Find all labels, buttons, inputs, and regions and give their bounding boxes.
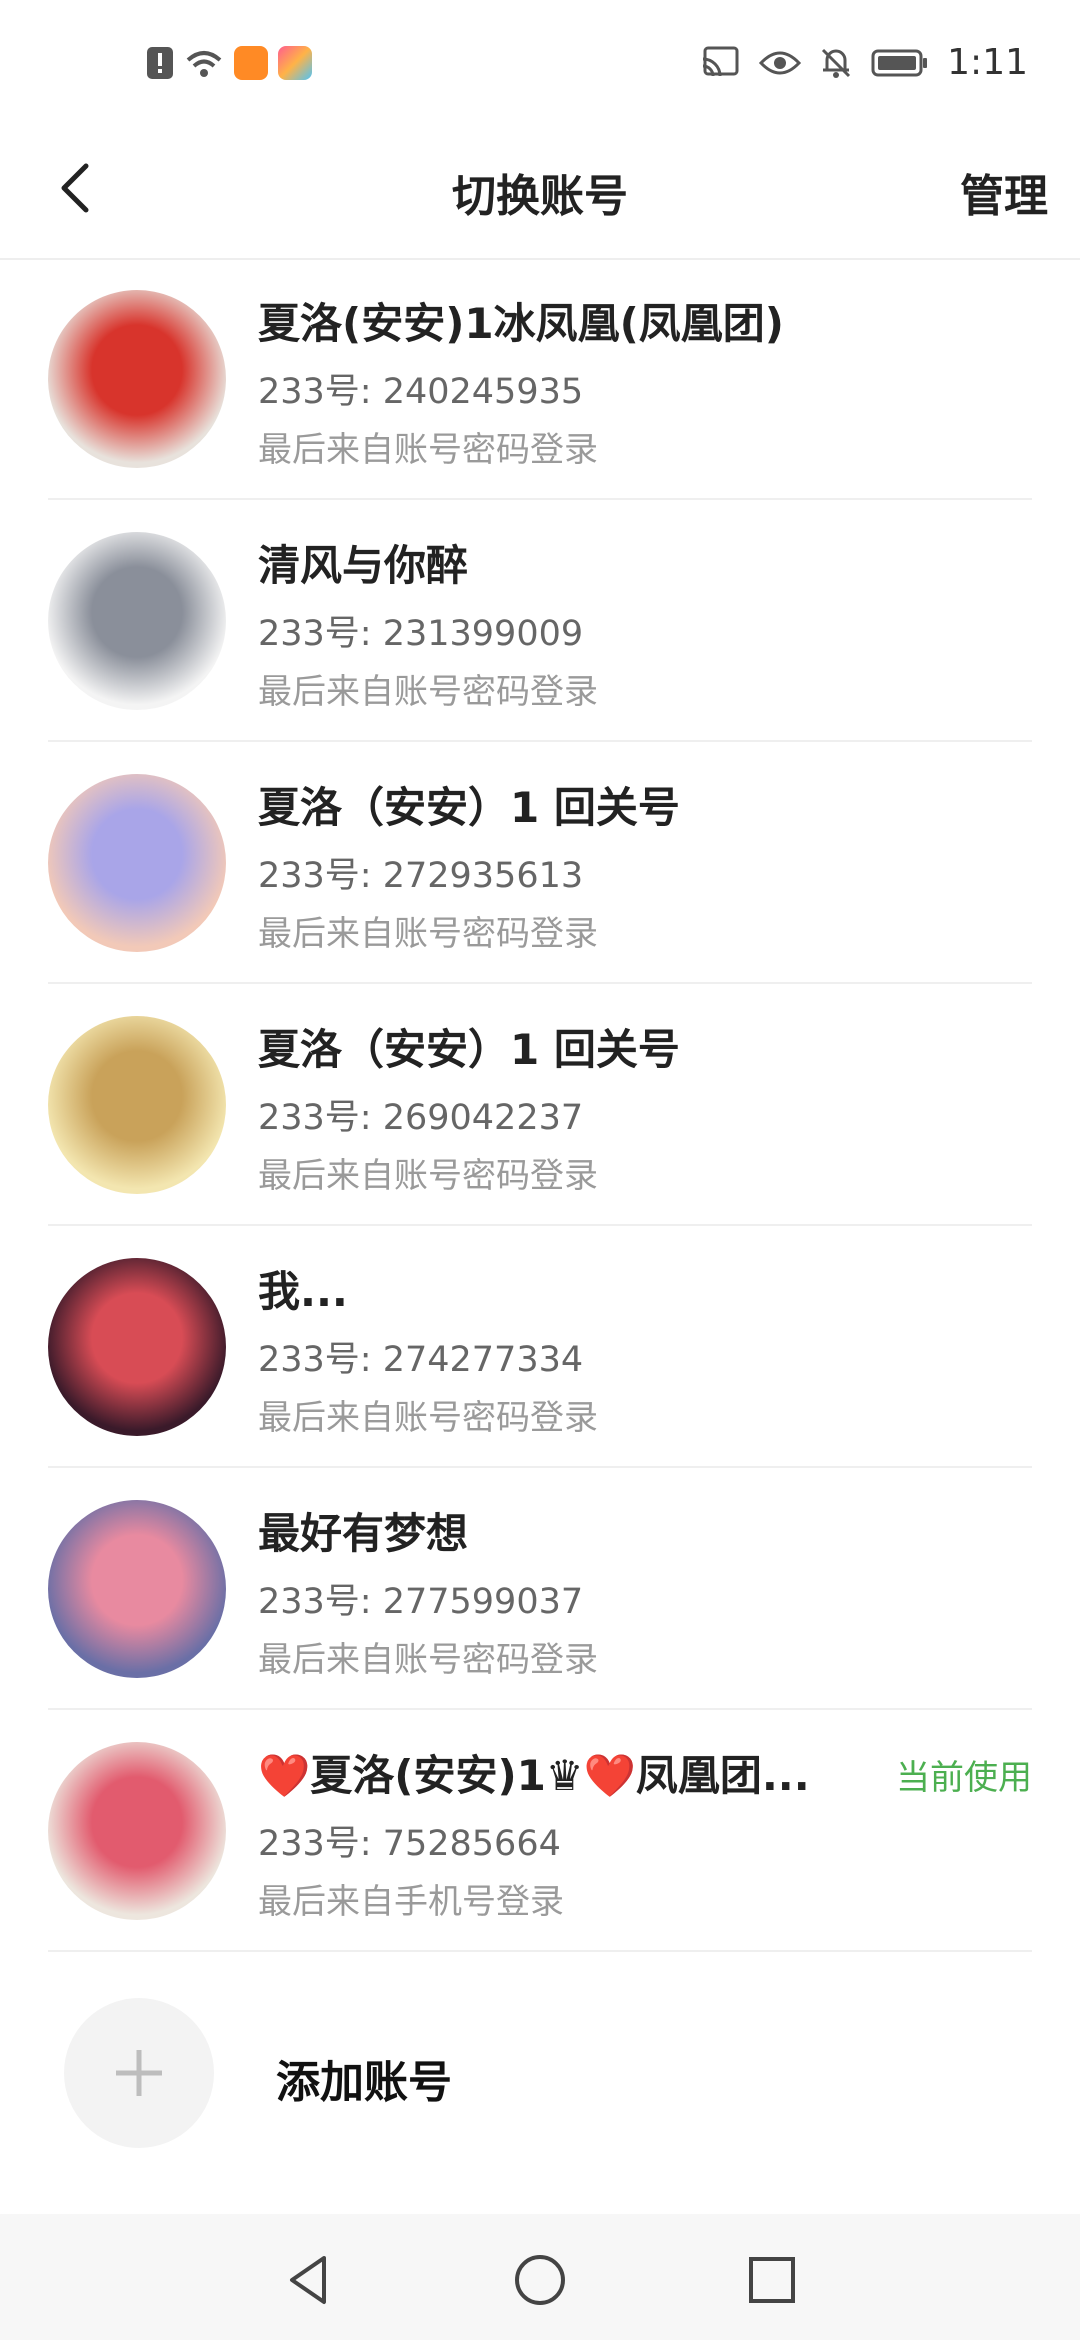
avatar <box>48 1016 226 1194</box>
account-row[interactable]: 清风与你醉 233号: 231399009 最后来自账号密码登录 <box>48 500 1032 742</box>
login-source: 最后来自账号密码登录 <box>258 1640 598 1680</box>
account-id: 233号: 274277334 <box>258 1340 584 1380</box>
account-name: ❤️夏洛(安安)1♛❤️凤凰团... <box>258 1751 810 1800</box>
cast-icon <box>702 46 739 76</box>
recents-square-icon[interactable] <box>742 2250 802 2310</box>
login-source: 最后来自手机号登录 <box>258 1882 564 1922</box>
account-row[interactable]: 夏洛（安安）1 回关号 233号: 272935613 最后来自账号密码登录 <box>48 742 1032 984</box>
account-name: 我... <box>258 1267 348 1316</box>
account-row[interactable]: 我... 233号: 274277334 最后来自账号密码登录 <box>48 1226 1032 1468</box>
battery-icon <box>871 49 928 76</box>
login-source: 最后来自账号密码登录 <box>258 1398 598 1438</box>
add-account-circle[interactable] <box>64 1998 214 2148</box>
system-nav-bar <box>0 2214 1080 2340</box>
login-source: 最后来自账号密码登录 <box>258 1156 598 1196</box>
account-name: 夏洛（安安）1 回关号 <box>258 783 680 832</box>
status-bar: 1:11 <box>0 0 1080 120</box>
plus-icon <box>116 2050 162 2096</box>
account-name: 夏洛(安安)1冰凤凰(凤凰团) <box>258 299 785 348</box>
account-id: 233号: 231399009 <box>258 614 584 654</box>
login-source: 最后来自账号密码登录 <box>258 672 598 712</box>
back-triangle-icon[interactable] <box>278 2250 338 2310</box>
page-title: 切换账号 <box>452 171 628 222</box>
account-row[interactable]: 最好有梦想 233号: 277599037 最后来自账号密码登录 <box>48 1468 1032 1710</box>
account-id: 233号: 277599037 <box>258 1582 584 1622</box>
current-account-badge: 当前使用 <box>896 1758 1032 1798</box>
account-row[interactable]: 夏洛(安安)1冰凤凰(凤凰团) 233号: 240245935 最后来自账号密码… <box>48 258 1032 500</box>
account-name: 夏洛（安安）1 回关号 <box>258 1025 680 1074</box>
account-id: 233号: 272935613 <box>258 856 584 896</box>
avatar <box>48 1500 226 1678</box>
avatar <box>48 774 226 952</box>
account-name: 最好有梦想 <box>258 1509 469 1558</box>
login-source: 最后来自账号密码登录 <box>258 914 598 954</box>
login-source: 最后来自账号密码登录 <box>258 430 598 470</box>
video-app-icon <box>234 46 268 80</box>
account-id: 233号: 240245935 <box>258 372 584 412</box>
add-account-button[interactable]: 添加账号 <box>48 1998 1032 2158</box>
app-header: 切换账号 管理 <box>0 120 1080 260</box>
account-row[interactable]: 夏洛（安安）1 回关号 233号: 269042237 最后来自账号密码登录 <box>48 984 1032 1226</box>
wifi-icon <box>186 51 222 77</box>
add-account-label: 添加账号 <box>276 2057 452 2108</box>
eye-icon <box>759 51 802 74</box>
account-row-current[interactable]: ❤️夏洛(安安)1♛❤️凤凰团... 233号: 75285664 最后来自手机… <box>48 1710 1032 1952</box>
avatar <box>48 290 226 468</box>
manage-button[interactable]: 管理 <box>960 160 1048 224</box>
alert-icon <box>147 47 173 79</box>
account-id: 233号: 269042237 <box>258 1098 584 1138</box>
account-name: 清风与你醉 <box>258 541 469 590</box>
avatar <box>48 532 226 710</box>
avatar <box>48 1258 226 1436</box>
store-app-icon <box>278 46 312 80</box>
account-list: 夏洛(安安)1冰凤凰(凤凰团) 233号: 240245935 最后来自账号密码… <box>48 258 1032 1952</box>
account-id: 233号: 75285664 <box>258 1824 561 1864</box>
bell-off-icon <box>822 48 851 78</box>
avatar <box>48 1742 226 1920</box>
home-circle-icon[interactable] <box>510 2250 570 2310</box>
status-time: 1:11 <box>947 42 1028 83</box>
